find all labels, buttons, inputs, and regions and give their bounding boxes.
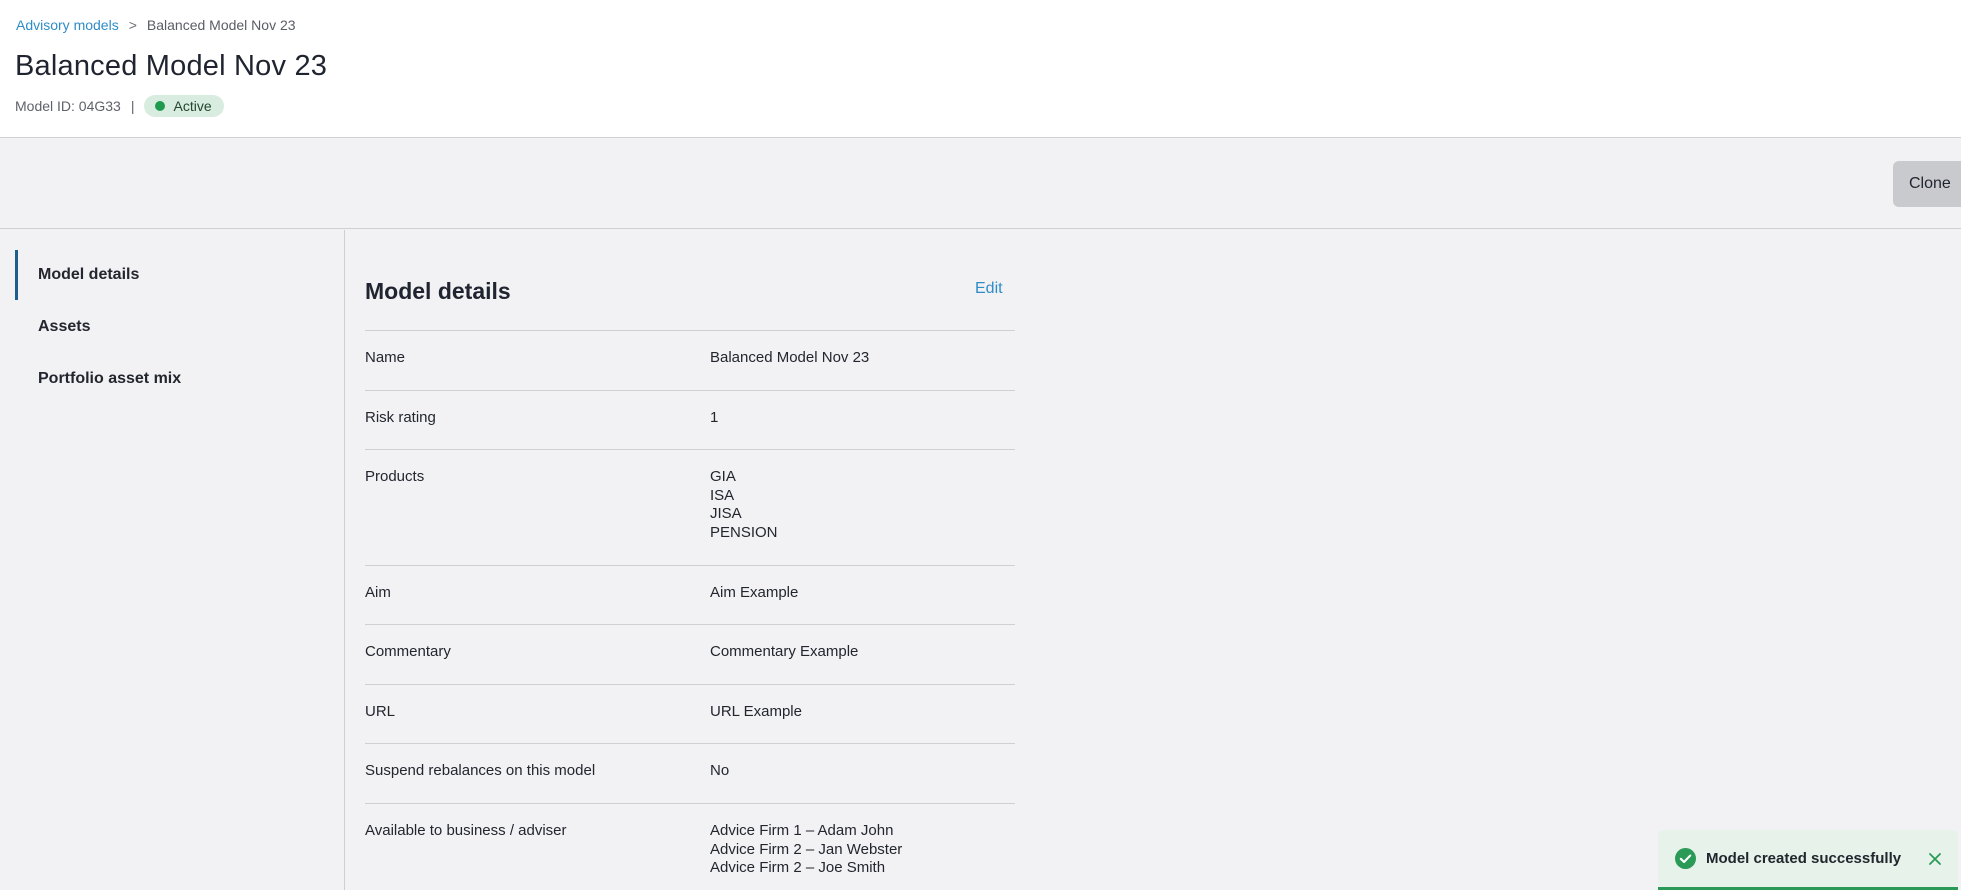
status-label: Active [173, 98, 212, 114]
detail-value: No [710, 762, 1015, 803]
edit-link[interactable]: Edit [975, 280, 1003, 298]
detail-value-line: URL Example [710, 703, 802, 720]
detail-label: Name [365, 349, 406, 366]
breadcrumb-link-advisory-models[interactable]: Advisory models [16, 17, 119, 33]
detail-value-line: No [710, 762, 730, 779]
sidebar-item-label: Portfolio asset mix [38, 370, 182, 387]
detail-value-line: ISA [710, 486, 735, 504]
detail-row-url: URL URL Example [365, 684, 1015, 743]
sidebar-item-portfolio-asset-mix[interactable]: Portfolio asset mix [15, 354, 335, 404]
detail-value-line: GIA [710, 468, 736, 485]
detail-row-suspend-rebalances: Suspend rebalances on this model No [365, 743, 1015, 803]
page-title: Balanced Model Nov 23 [15, 50, 328, 82]
clone-button[interactable]: Clone [1893, 161, 1961, 207]
detail-row-available-to: Available to business / adviser Advice F… [365, 803, 1015, 890]
section-sidebar: Model details Assets Portfolio asset mix [0, 230, 345, 890]
model-id: Model ID: 04G33 [15, 98, 121, 114]
detail-value: Commentary Example [710, 643, 1015, 684]
detail-value: 1 [710, 409, 1015, 449]
detail-value: URL Example [710, 703, 1015, 743]
success-toast: Model created successfully [1658, 830, 1958, 890]
action-toolbar: Clone [0, 139, 1961, 229]
detail-label: Products [365, 468, 425, 485]
status-dot-icon [155, 101, 166, 111]
detail-row-products: Products GIA ISA JISA PENSION [365, 449, 1015, 565]
check-circle-icon [1675, 848, 1696, 869]
detail-value-line: 1 [710, 409, 719, 426]
detail-value-line: Advice Firm 2 – Joe Smith [710, 859, 886, 876]
detail-row-name: Name Balanced Model Nov 23 [365, 330, 1015, 390]
detail-value: Balanced Model Nov 23 [710, 349, 1015, 390]
detail-value-line: Balanced Model Nov 23 [710, 349, 870, 366]
detail-label: URL [365, 703, 396, 720]
detail-value-line: JISA [710, 505, 742, 522]
detail-label: Commentary [365, 643, 451, 660]
detail-label: Aim [365, 584, 391, 601]
sidebar-item-label: Model details [38, 266, 140, 283]
meta-separator: | [130, 98, 135, 114]
close-icon[interactable] [1926, 850, 1944, 868]
model-meta: Model ID: 04G33 | Active [15, 95, 224, 117]
detail-label: Available to business / adviser [365, 822, 567, 839]
status-badge: Active [144, 95, 224, 117]
sidebar-item-assets[interactable]: Assets [15, 302, 335, 352]
detail-value-line: PENSION [710, 523, 778, 541]
sidebar-item-model-details[interactable]: Model details [15, 250, 335, 300]
breadcrumb-current: Balanced Model Nov 23 [146, 17, 296, 33]
detail-row-aim: Aim Aim Example [365, 565, 1015, 624]
detail-value: GIA ISA JISA PENSION [710, 468, 1015, 565]
detail-row-commentary: Commentary Commentary Example [365, 624, 1015, 684]
detail-value-line: Advice Firm 2 – Jan Webster [710, 840, 903, 858]
detail-value: Advice Firm 1 – Adam John Advice Firm 2 … [710, 822, 1015, 890]
page-header: Advisory models > Balanced Model Nov 23 … [0, 0, 1961, 138]
detail-value: Aim Example [710, 584, 1015, 624]
detail-value-line: Advice Firm 1 – Adam John [710, 822, 894, 839]
toast-message: Model created successfully [1706, 850, 1902, 867]
breadcrumb: Advisory models > Balanced Model Nov 23 [16, 17, 296, 33]
detail-label: Risk rating [365, 409, 436, 426]
detail-value-line: Commentary Example [710, 643, 859, 660]
section-title: Model details [365, 278, 511, 304]
details-list: Name Balanced Model Nov 23 Risk rating 1… [365, 330, 1015, 890]
detail-row-risk-rating: Risk rating 1 [365, 390, 1015, 449]
sidebar-item-label: Assets [38, 318, 91, 335]
detail-label: Suspend rebalances on this model [365, 762, 596, 779]
detail-value-line: Aim Example [710, 584, 799, 601]
breadcrumb-separator: > [128, 17, 137, 33]
